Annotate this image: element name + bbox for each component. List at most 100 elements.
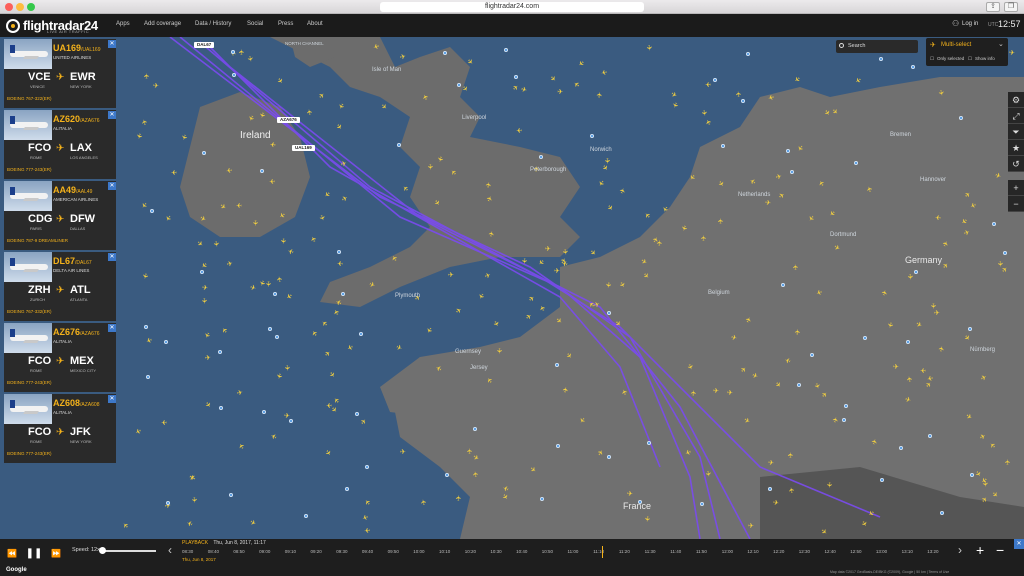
- history-icon[interactable]: ↺: [1008, 156, 1024, 172]
- airport-marker[interactable]: [699, 502, 704, 507]
- aircraft-marker[interactable]: ✈: [363, 526, 370, 535]
- share-icon[interactable]: ⇪: [986, 2, 1000, 12]
- aircraft-marker[interactable]: ✈: [735, 91, 744, 98]
- airport-marker[interactable]: [397, 142, 402, 147]
- aircraft-marker[interactable]: ✈: [980, 480, 989, 487]
- aircraft-marker[interactable]: ✈: [1004, 459, 1012, 465]
- airport-marker[interactable]: [259, 168, 264, 173]
- flight-card[interactable]: AZ608/AZA608 ALITALIA FCO ✈ JFK ROME NEW…: [4, 394, 116, 463]
- close-icon[interactable]: ✕: [108, 40, 116, 48]
- airport-marker[interactable]: [442, 50, 447, 55]
- aircraft-marker[interactable]: ✈: [199, 297, 207, 303]
- airport-marker[interactable]: [913, 269, 918, 274]
- aircraft-marker[interactable]: ✈: [794, 328, 803, 335]
- close-icon[interactable]: ✕: [108, 395, 116, 403]
- aircraft-marker[interactable]: ✈: [326, 401, 332, 409]
- pause-button[interactable]: ❚❚: [24, 544, 44, 564]
- timeline-zoom-out-button[interactable]: −: [996, 542, 1004, 558]
- aircraft-marker[interactable]: ✈: [557, 88, 563, 96]
- aircraft-marker[interactable]: ✈: [560, 248, 569, 255]
- nav-social[interactable]: Social: [247, 21, 263, 27]
- aircraft-marker[interactable]: ✈: [225, 166, 232, 175]
- airport-marker[interactable]: [514, 74, 519, 79]
- airport-marker[interactable]: [899, 445, 904, 450]
- aircraft-marker[interactable]: ✈: [170, 168, 176, 176]
- flight-card[interactable]: UA169/UAL169 UNITED AIRLINES VCE ✈ EWR V…: [4, 39, 116, 108]
- airport-marker[interactable]: [970, 472, 975, 477]
- aircraft-marker[interactable]: ✈: [238, 49, 246, 55]
- aircraft-marker[interactable]: ✈: [717, 218, 725, 224]
- flight-tag-dal67[interactable]: DAL67: [194, 42, 215, 48]
- multi-select-panel[interactable]: ✈ Multi-select ⌄ ☐ Only selected ☐ Show …: [926, 38, 1008, 66]
- aircraft-marker[interactable]: ✈: [596, 91, 605, 98]
- aircraft-marker[interactable]: ✈: [906, 273, 915, 280]
- aircraft-marker[interactable]: ✈: [190, 497, 198, 503]
- aircraft-marker[interactable]: ✈: [153, 82, 160, 91]
- close-icon[interactable]: ✕: [108, 253, 116, 261]
- aircraft-marker[interactable]: ✈: [161, 418, 167, 426]
- close-window-icon[interactable]: [5, 3, 13, 11]
- aircraft-marker[interactable]: ✈: [627, 489, 634, 498]
- aircraft-marker[interactable]: ✈: [466, 448, 474, 454]
- close-icon[interactable]: ✕: [108, 182, 116, 190]
- aircraft-marker[interactable]: ✈: [400, 448, 407, 457]
- aircraft-marker[interactable]: ✈: [425, 164, 433, 170]
- aircraft-marker[interactable]: ✈: [419, 498, 428, 505]
- airport-marker[interactable]: [879, 477, 884, 482]
- airport-marker[interactable]: [504, 47, 509, 52]
- aircraft-marker[interactable]: ✈: [236, 201, 242, 209]
- opt-only-selected-label[interactable]: Only selected: [937, 56, 964, 61]
- aircraft-marker[interactable]: ✈: [893, 363, 899, 371]
- airport-marker[interactable]: [150, 208, 155, 213]
- airport-marker[interactable]: [767, 487, 772, 492]
- aircraft-marker[interactable]: ✈: [143, 72, 151, 78]
- opt-show-info-checkbox[interactable]: ☐: [968, 56, 972, 62]
- airport-marker[interactable]: [341, 291, 346, 296]
- aircraft-marker[interactable]: ✈: [520, 258, 528, 265]
- aircraft-marker[interactable]: ✈: [825, 482, 833, 489]
- aircraft-marker[interactable]: ✈: [269, 177, 276, 185]
- airport-marker[interactable]: [231, 73, 236, 77]
- airport-marker[interactable]: [853, 161, 858, 166]
- aircraft-marker[interactable]: ✈: [726, 388, 732, 396]
- aircraft-marker[interactable]: ✈: [699, 109, 708, 116]
- airport-marker[interactable]: [261, 410, 266, 415]
- speed-slider-track[interactable]: [102, 550, 156, 552]
- gear-icon[interactable]: ⚙: [1008, 92, 1024, 108]
- aircraft-marker[interactable]: ✈: [929, 303, 937, 309]
- airport-marker[interactable]: [780, 283, 785, 288]
- aircraft-marker[interactable]: ✈: [545, 245, 551, 253]
- aircraft-marker[interactable]: ✈: [690, 390, 699, 397]
- flight-card[interactable]: DL67/DAL67 DELTA AIR LINES ZRH ✈ ATL ZUR…: [4, 252, 116, 321]
- fast-forward-button[interactable]: ⏩: [46, 544, 66, 564]
- tabs-icon[interactable]: ❐: [1004, 2, 1018, 12]
- collapse-icon[interactable]: ✕: [1014, 539, 1024, 549]
- airport-marker[interactable]: [646, 440, 651, 445]
- nav-apps[interactable]: Apps: [116, 21, 130, 27]
- aircraft-marker[interactable]: ✈: [337, 259, 343, 267]
- nav-press[interactable]: Press: [278, 21, 293, 27]
- nav-add-coverage[interactable]: Add coverage: [144, 21, 181, 27]
- flight-card[interactable]: AZ620/AZA676 ALITALIA FCO ✈ LAX ROME LOS…: [4, 110, 116, 179]
- aircraft-marker[interactable]: ✈: [251, 220, 259, 226]
- airport-marker[interactable]: [146, 374, 151, 379]
- nav-about[interactable]: About: [307, 21, 323, 27]
- address-bar[interactable]: flightradar24.com: [380, 2, 644, 12]
- flight-card[interactable]: AA49/AAL49 AMERICAN AIRLINES CDG ✈ DFW P…: [4, 181, 116, 250]
- aircraft-marker[interactable]: ✈: [642, 515, 651, 522]
- timeline[interactable]: 08:30 08:40 08:50 09:00 09:10 09:20 09:30 09:40…: [182, 549, 952, 557]
- flight-tag-ual169[interactable]: UAL169: [292, 145, 315, 151]
- login-link[interactable]: Log in: [962, 21, 978, 27]
- timeline-zoom-in-button[interactable]: +: [976, 542, 984, 558]
- minimize-window-icon[interactable]: [16, 3, 24, 11]
- airport-marker[interactable]: [303, 514, 308, 519]
- map-zoom-out-button[interactable]: −: [1008, 196, 1024, 212]
- airport-marker[interactable]: [273, 291, 278, 296]
- aircraft-marker[interactable]: ✈: [282, 365, 291, 372]
- aircraft-marker[interactable]: ✈: [1008, 49, 1015, 58]
- aircraft-marker[interactable]: ✈: [787, 452, 795, 458]
- aircraft-marker[interactable]: ✈: [448, 271, 454, 279]
- airport-marker[interactable]: [444, 473, 449, 478]
- airport-marker[interactable]: [991, 221, 996, 226]
- star-icon[interactable]: ★: [1008, 140, 1024, 156]
